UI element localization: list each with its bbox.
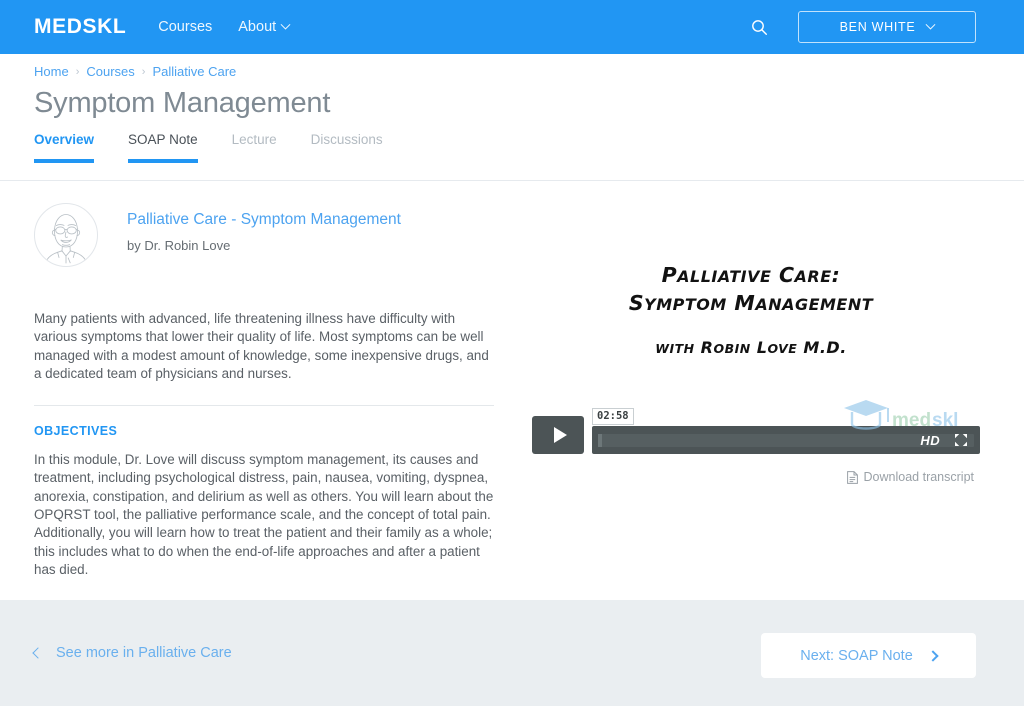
objectives-paragraph: In this module, Dr. Love will discuss sy… xyxy=(34,452,494,577)
page-title: Symptom Management xyxy=(34,87,331,119)
tab-discussions[interactable]: Discussions xyxy=(311,132,383,163)
nav-link-courses-label: Courses xyxy=(158,19,213,35)
see-more-label: See more in Palliative Care xyxy=(56,645,232,661)
document-icon xyxy=(846,470,858,484)
progress-bar-area[interactable]: 02:58 HD xyxy=(592,408,980,454)
play-icon xyxy=(553,427,567,443)
instructor-block: Palliative Care - Symptom Management by … xyxy=(34,203,494,267)
user-menu-label: BEN WHITE xyxy=(839,20,916,34)
course-info-column: Palliative Care - Symptom Management by … xyxy=(34,200,494,593)
course-title-link[interactable]: Palliative Care - Symptom Management xyxy=(127,211,401,229)
download-transcript-label: Download transcript xyxy=(863,470,974,484)
breadcrumb-separator: › xyxy=(141,65,146,78)
brand-logo[interactable]: MEDSKL xyxy=(34,15,126,39)
tab-bar: Overview SOAP Note Lecture Discussions xyxy=(0,132,1024,181)
instructor-text: Palliative Care - Symptom Management by … xyxy=(127,203,401,253)
primary-nav-links: Courses About xyxy=(158,19,315,35)
objectives-heading: OBJECTIVES xyxy=(34,424,118,439)
tab-overview[interactable]: Overview xyxy=(34,132,95,163)
chevron-down-icon xyxy=(925,19,936,30)
time-tooltip: 02:58 xyxy=(592,408,634,425)
hd-quality-badge[interactable]: HD xyxy=(920,433,940,448)
video-control-bar: 02:58 HD xyxy=(532,408,980,454)
section-divider xyxy=(34,405,494,407)
course-byline: by Dr. Robin Love xyxy=(127,238,231,253)
nav-link-about[interactable]: About xyxy=(238,19,291,35)
top-navigation-bar: MEDSKL Courses About BEN WHITE xyxy=(0,0,1024,54)
breadcrumb: Home › Courses › Palliative Care xyxy=(34,64,1024,79)
search-icon[interactable] xyxy=(746,14,772,40)
nav-link-about-label: About xyxy=(238,19,277,35)
video-title-card: PALLIATIVE CARE: SYMPTOM MANAGEMENT WITH… xyxy=(526,200,976,357)
breadcrumb-separator: › xyxy=(75,65,80,78)
breadcrumb-item-home[interactable]: Home xyxy=(34,64,69,79)
instructor-avatar xyxy=(34,203,98,267)
nav-link-courses[interactable]: Courses xyxy=(158,19,212,35)
next-lesson-label: Next: SOAP Note xyxy=(800,647,913,664)
video-title-line-2: SYMPTOM MANAGEMENT xyxy=(628,291,874,315)
chevron-left-icon xyxy=(32,647,44,659)
video-title-line-3: WITH ROBIN LOVE M.D. xyxy=(655,338,847,357)
progress-fill xyxy=(598,434,602,447)
download-transcript-link[interactable]: Download transcript xyxy=(846,470,974,484)
tab-strip: Overview SOAP Note Lecture Discussions xyxy=(34,132,417,163)
chevron-down-icon xyxy=(280,19,291,30)
video-player[interactable]: PALLIATIVE CARE: SYMPTOM MANAGEMENT WITH… xyxy=(526,200,980,484)
next-lesson-button[interactable]: Next: SOAP Note xyxy=(761,633,976,678)
tab-lecture[interactable]: Lecture xyxy=(232,132,277,163)
user-menu-button[interactable]: BEN WHITE xyxy=(798,11,976,43)
page-header: Home › Courses › Palliative Care Symptom… xyxy=(0,54,1024,120)
tab-soap-note[interactable]: SOAP Note xyxy=(128,132,198,163)
video-column: PALLIATIVE CARE: SYMPTOM MANAGEMENT WITH… xyxy=(520,200,990,484)
breadcrumb-item-courses[interactable]: Courses xyxy=(86,64,134,79)
chevron-right-icon xyxy=(927,649,939,662)
fullscreen-icon[interactable] xyxy=(954,433,968,447)
video-title-line-1: PALLIATIVE CARE: xyxy=(661,263,841,287)
play-button[interactable] xyxy=(532,416,584,454)
progress-groove xyxy=(598,434,974,447)
see-more-link[interactable]: See more in Palliative Care xyxy=(32,645,232,661)
course-intro-paragraph: Many patients with advanced, life threat… xyxy=(34,311,489,381)
breadcrumb-item-palliative-care[interactable]: Palliative Care xyxy=(152,64,236,79)
page-footer: See more in Palliative Care Next: SOAP N… xyxy=(0,600,1024,706)
nav-right-group: BEN WHITE xyxy=(746,11,976,43)
